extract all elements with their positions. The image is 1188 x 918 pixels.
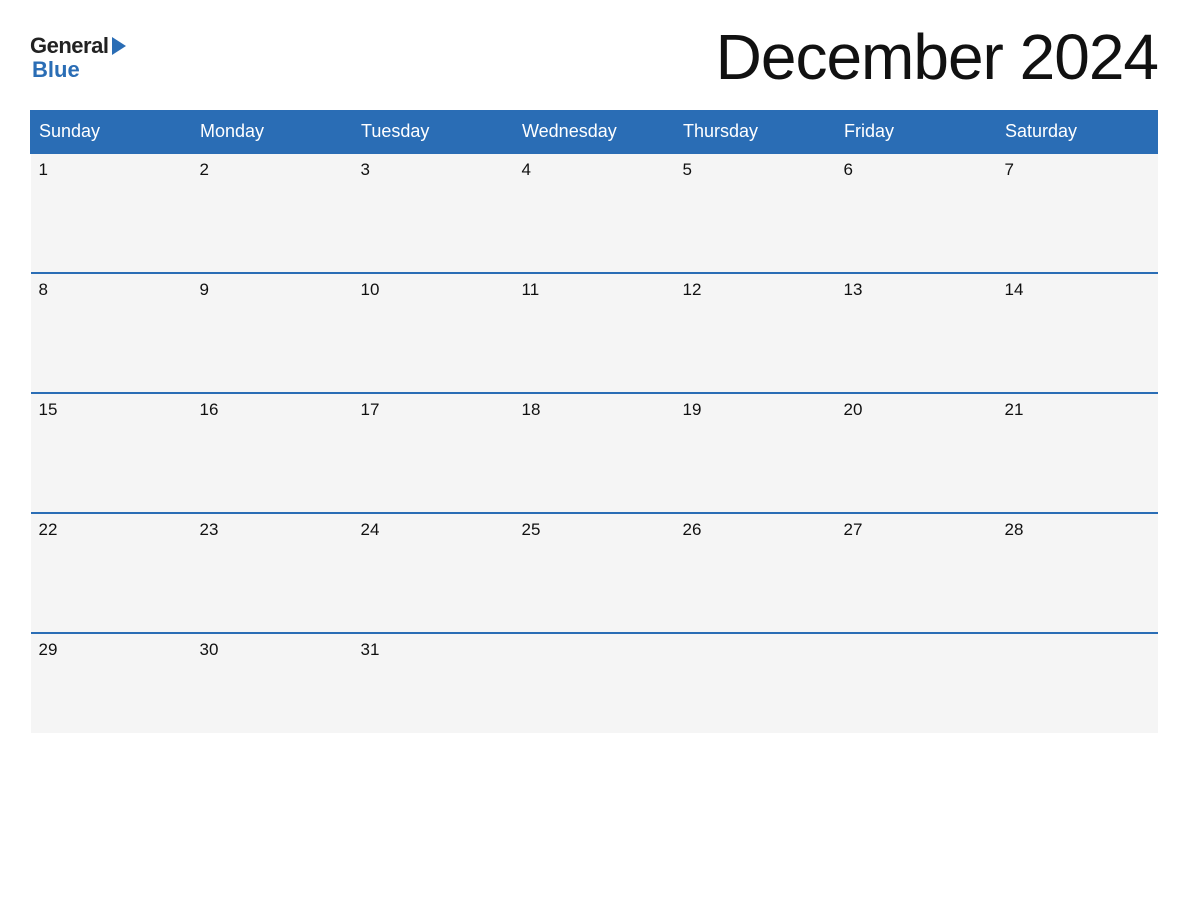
logo-general-text: General [30,33,108,59]
calendar-day-cell: 31 [353,633,514,733]
calendar-day-cell: 18 [514,393,675,513]
day-number: 27 [844,520,989,540]
day-number: 31 [361,640,506,660]
empty-cell [997,633,1158,733]
day-number: 12 [683,280,828,300]
day-number: 30 [200,640,345,660]
day-number: 6 [844,160,989,180]
header-thursday: Thursday [675,111,836,154]
calendar-day-cell: 26 [675,513,836,633]
day-number: 19 [683,400,828,420]
day-number: 16 [200,400,345,420]
calendar-day-cell: 12 [675,273,836,393]
empty-cell [514,633,675,733]
page-header: General Blue December 2024 [30,20,1158,94]
day-number: 3 [361,160,506,180]
empty-cell [675,633,836,733]
calendar-day-cell: 13 [836,273,997,393]
day-number: 9 [200,280,345,300]
day-number: 24 [361,520,506,540]
day-number: 25 [522,520,667,540]
calendar-week-1: 1234567 [31,153,1158,273]
header-monday: Monday [192,111,353,154]
day-number: 15 [39,400,184,420]
header-saturday: Saturday [997,111,1158,154]
calendar-day-cell: 4 [514,153,675,273]
calendar-day-cell: 23 [192,513,353,633]
calendar-day-cell: 27 [836,513,997,633]
logo: General Blue [30,33,126,81]
calendar-header-row: Sunday Monday Tuesday Wednesday Thursday… [31,111,1158,154]
calendar-day-cell: 25 [514,513,675,633]
logo-triangle-icon [112,37,126,55]
day-number: 11 [522,280,667,300]
header-wednesday: Wednesday [514,111,675,154]
header-friday: Friday [836,111,997,154]
calendar-day-cell: 7 [997,153,1158,273]
calendar-day-cell: 20 [836,393,997,513]
calendar-day-cell: 1 [31,153,192,273]
day-number: 8 [39,280,184,300]
day-number: 21 [1005,400,1150,420]
day-number: 28 [1005,520,1150,540]
header-tuesday: Tuesday [353,111,514,154]
calendar-day-cell: 9 [192,273,353,393]
day-number: 26 [683,520,828,540]
day-number: 14 [1005,280,1150,300]
calendar-week-4: 22 23 24 25 26 27 28 [31,513,1158,633]
calendar-day-cell: 19 [675,393,836,513]
calendar-day-cell: 10 [353,273,514,393]
day-number: 22 [39,520,184,540]
day-number: 10 [361,280,506,300]
month-title: December 2024 [716,20,1158,94]
calendar-day-cell: 14 [997,273,1158,393]
calendar-week-3: 15 16 17 18 19 20 21 [31,393,1158,513]
header-sunday: Sunday [31,111,192,154]
empty-cell [836,633,997,733]
calendar-day-cell: 24 [353,513,514,633]
calendar-day-cell: 22 [31,513,192,633]
calendar-day-cell: 11 [514,273,675,393]
calendar-day-cell: 3 [353,153,514,273]
day-number: 7 [1005,160,1150,180]
day-number: 20 [844,400,989,420]
calendar-week-5: 29 30 31 [31,633,1158,733]
day-number: 2 [200,160,345,180]
calendar-table: Sunday Monday Tuesday Wednesday Thursday… [30,110,1158,733]
day-number: 5 [683,160,828,180]
calendar-day-cell: 5 [675,153,836,273]
day-number: 1 [39,160,184,180]
calendar-day-cell: 30 [192,633,353,733]
day-number: 29 [39,640,184,660]
calendar-day-cell: 16 [192,393,353,513]
day-number: 17 [361,400,506,420]
logo-blue-text: Blue [32,59,80,81]
calendar-day-cell: 29 [31,633,192,733]
calendar-day-cell: 2 [192,153,353,273]
calendar-day-cell: 8 [31,273,192,393]
calendar-day-cell: 17 [353,393,514,513]
calendar-day-cell: 15 [31,393,192,513]
calendar-week-2: 89 10 11 12 13 14 [31,273,1158,393]
calendar-day-cell: 28 [997,513,1158,633]
day-number: 23 [200,520,345,540]
calendar-day-cell: 6 [836,153,997,273]
calendar-day-cell: 21 [997,393,1158,513]
day-number: 4 [522,160,667,180]
day-number: 13 [844,280,989,300]
day-number: 18 [522,400,667,420]
